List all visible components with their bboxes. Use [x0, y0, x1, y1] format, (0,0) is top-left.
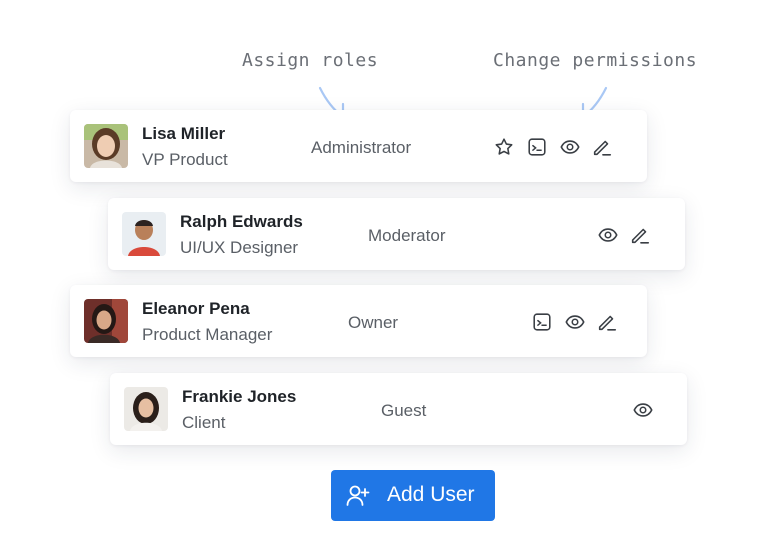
eye-icon[interactable]	[559, 136, 581, 158]
user-name: Lisa Miller	[142, 124, 226, 143]
change-permissions-annotation: Change permissions	[493, 50, 698, 71]
user-row[interactable]: Frankie Jones Client Guest	[110, 373, 687, 445]
avatar	[124, 387, 168, 431]
user-name: Ralph Edwards	[180, 212, 303, 231]
user-title: Client	[182, 413, 226, 432]
star-icon[interactable]	[493, 136, 515, 158]
user-row[interactable]: Lisa Miller VP Product Administrator	[70, 110, 647, 182]
user-role[interactable]: Owner	[348, 313, 398, 333]
user-row[interactable]: Ralph Edwards UI/UX Designer Moderator	[108, 198, 685, 270]
assign-roles-annotation: Assign roles	[242, 50, 379, 71]
user-role[interactable]: Moderator	[368, 226, 445, 246]
user-title: VP Product	[142, 150, 228, 169]
avatar	[84, 299, 128, 343]
user-row[interactable]: Eleanor Pena Product Manager Owner	[70, 285, 647, 357]
user-name: Eleanor Pena	[142, 299, 250, 318]
eye-icon[interactable]	[632, 399, 654, 421]
add-user-button[interactable]: Add User	[331, 470, 495, 521]
user-title: UI/UX Designer	[180, 238, 299, 257]
add-user-label: Add User	[387, 483, 475, 506]
user-role[interactable]: Guest	[381, 401, 426, 421]
user-title: Product Manager	[142, 325, 273, 344]
eye-icon[interactable]	[564, 311, 586, 333]
user-name: Frankie Jones	[182, 387, 297, 406]
avatar	[122, 212, 166, 256]
edit-icon[interactable]	[596, 311, 618, 333]
terminal-icon[interactable]	[531, 311, 553, 333]
avatar	[84, 124, 128, 168]
edit-icon[interactable]	[629, 224, 651, 246]
eye-icon[interactable]	[597, 224, 619, 246]
add-user-icon	[345, 483, 371, 509]
edit-icon[interactable]	[591, 136, 613, 158]
user-role[interactable]: Administrator	[311, 138, 411, 158]
terminal-icon[interactable]	[526, 136, 548, 158]
